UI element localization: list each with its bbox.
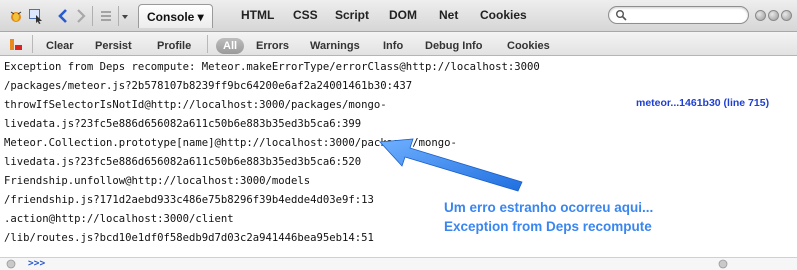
command-editor-toggle-icon[interactable]	[718, 259, 728, 269]
command-line-icon	[6, 259, 16, 269]
annotation-text-line2: Exception from Deps recompute	[444, 219, 652, 234]
annotation-arrow	[379, 138, 523, 192]
command-prompt[interactable]: >>>	[28, 258, 45, 269]
annotation-text-line1: Um erro estranho ocorreu aqui...	[444, 200, 654, 215]
command-line-bar: >>>	[0, 257, 797, 270]
